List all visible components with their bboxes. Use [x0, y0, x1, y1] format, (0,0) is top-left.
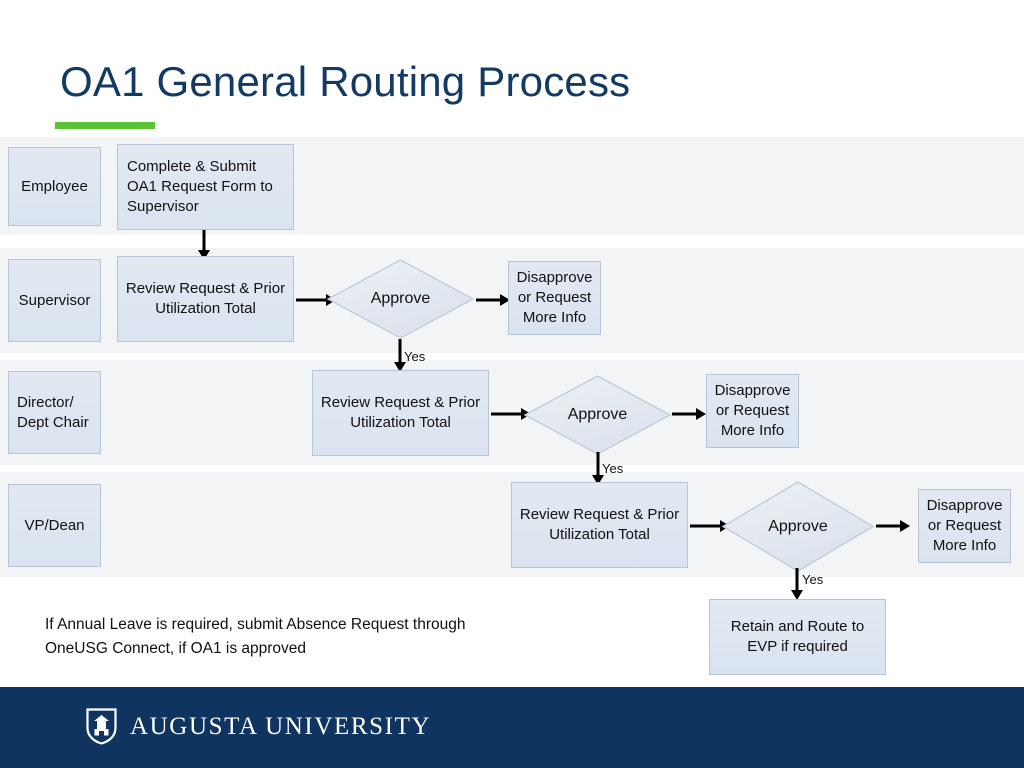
lane-label-director-line2: Dept Chair: [17, 413, 89, 431]
node-vpdean-reject[interactable]: Disapprove or Request More Info: [918, 489, 1011, 563]
footnote-line-1: If Annual Leave is required, submit Abse…: [45, 616, 466, 633]
decision-vpdean-label: Approve: [768, 517, 828, 535]
edge-label-final-yes: Yes: [802, 572, 824, 587]
node-director-reject[interactable]: Disapprove or Request More Info: [706, 374, 799, 448]
shield-crest-icon: [86, 708, 117, 745]
decision-vpdean-approve[interactable]: Approve: [722, 481, 874, 572]
lane-label-director-line1: Director/: [17, 393, 74, 411]
decision-director-approve[interactable]: Approve: [524, 375, 671, 455]
node-supervisor-reject[interactable]: Disapprove or Request More Info: [508, 261, 601, 335]
node-director-review[interactable]: Review Request & Prior Utilization Total: [312, 370, 489, 456]
lane-label-director: Director/ Dept Chair: [8, 371, 101, 454]
arrow-supervisor-decision-to-reject: [476, 293, 510, 307]
footnote: If Annual Leave is required, submit Abse…: [45, 613, 585, 661]
decision-supervisor-label: Approve: [370, 290, 431, 307]
decision-director-label: Approve: [567, 406, 628, 423]
lane-label-supervisor: Supervisor: [8, 259, 101, 342]
node-vpdean-review[interactable]: Review Request & Prior Utilization Total: [511, 482, 688, 568]
brand-name: AUGUSTA UNIVERSITY: [130, 712, 432, 740]
edge-label-director-yes: Yes: [602, 461, 624, 476]
lane-label-vpdean: VP/Dean: [8, 484, 101, 567]
arrow-director-decision-to-reject: [672, 407, 706, 421]
arrow-vpdean-decision-to-reject: [876, 519, 910, 533]
title-accent-bar: [55, 122, 155, 129]
node-employee-submit[interactable]: Complete & Submit OA1 Request Form to Su…: [117, 144, 294, 230]
footnote-line-2: OneUSG Connect, if OA1 is approved: [45, 640, 307, 658]
node-final-retain[interactable]: Retain and Route to EVP if required: [709, 599, 886, 675]
page-title: OA1 General Routing Process: [60, 58, 631, 105]
edge-label-supervisor-yes: Yes: [404, 349, 426, 364]
node-supervisor-review[interactable]: Review Request & Prior Utilization Total: [117, 256, 294, 342]
lane-label-employee: Employee: [8, 147, 101, 226]
decision-supervisor-approve[interactable]: Approve: [327, 259, 474, 339]
brand-lockup: AUGUSTA UNIVERSITY: [86, 708, 431, 745]
